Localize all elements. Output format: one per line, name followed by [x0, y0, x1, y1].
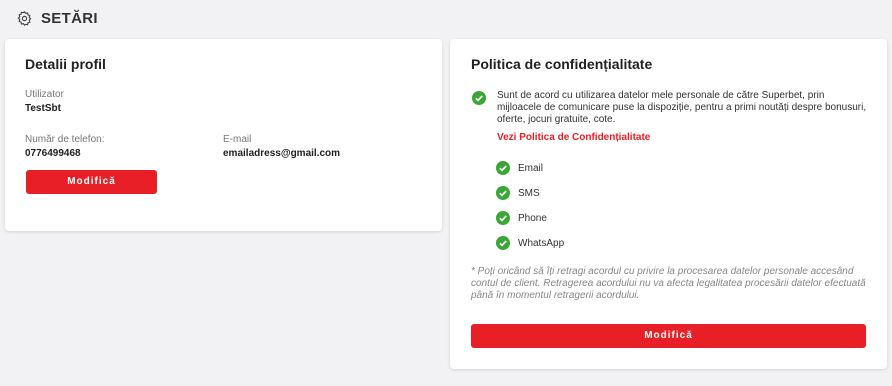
channel-label: WhatsApp	[518, 238, 565, 249]
channel-label: Phone	[518, 213, 547, 224]
phone-value: 0776499468	[25, 148, 81, 159]
privacy-card: Politica de confidențialitate Sunt de ac…	[450, 39, 887, 369]
email-label: E-mail	[223, 134, 252, 145]
email-value: emailadress@gmail.com	[223, 148, 341, 159]
check-icon	[496, 236, 510, 250]
profile-card: Detalii profil Utilizator TestSbt Număr …	[5, 39, 442, 231]
edit-profile-button[interactable]: Modifică	[26, 170, 157, 194]
username-value: TestSbt	[25, 103, 61, 114]
page-title: SETĂRI	[41, 9, 98, 27]
check-icon	[496, 186, 510, 200]
channel-label: Email	[518, 163, 544, 174]
consent-check-icon[interactable]	[472, 91, 486, 105]
check-icon	[496, 211, 510, 225]
edit-privacy-button[interactable]: Modifică	[471, 324, 866, 348]
phone-label: Număr de telefon:	[25, 134, 105, 145]
profile-card-title: Detalii profil	[25, 56, 106, 72]
consent-text: Sunt de acord cu utilizarea datelor mele…	[497, 90, 867, 125]
gear-icon	[17, 10, 32, 26]
username-label: Utilizator	[25, 89, 64, 100]
privacy-policy-link[interactable]: Vezi Politica de Confidențialitate	[497, 132, 650, 143]
privacy-card-title: Politica de confidențialitate	[471, 56, 653, 72]
channel-label: SMS	[518, 188, 540, 199]
disclaimer-text: * Poți oricând să îți retragi acordul cu…	[471, 266, 866, 301]
check-icon	[496, 161, 510, 175]
page-header: SETĂRI	[16, 7, 98, 29]
